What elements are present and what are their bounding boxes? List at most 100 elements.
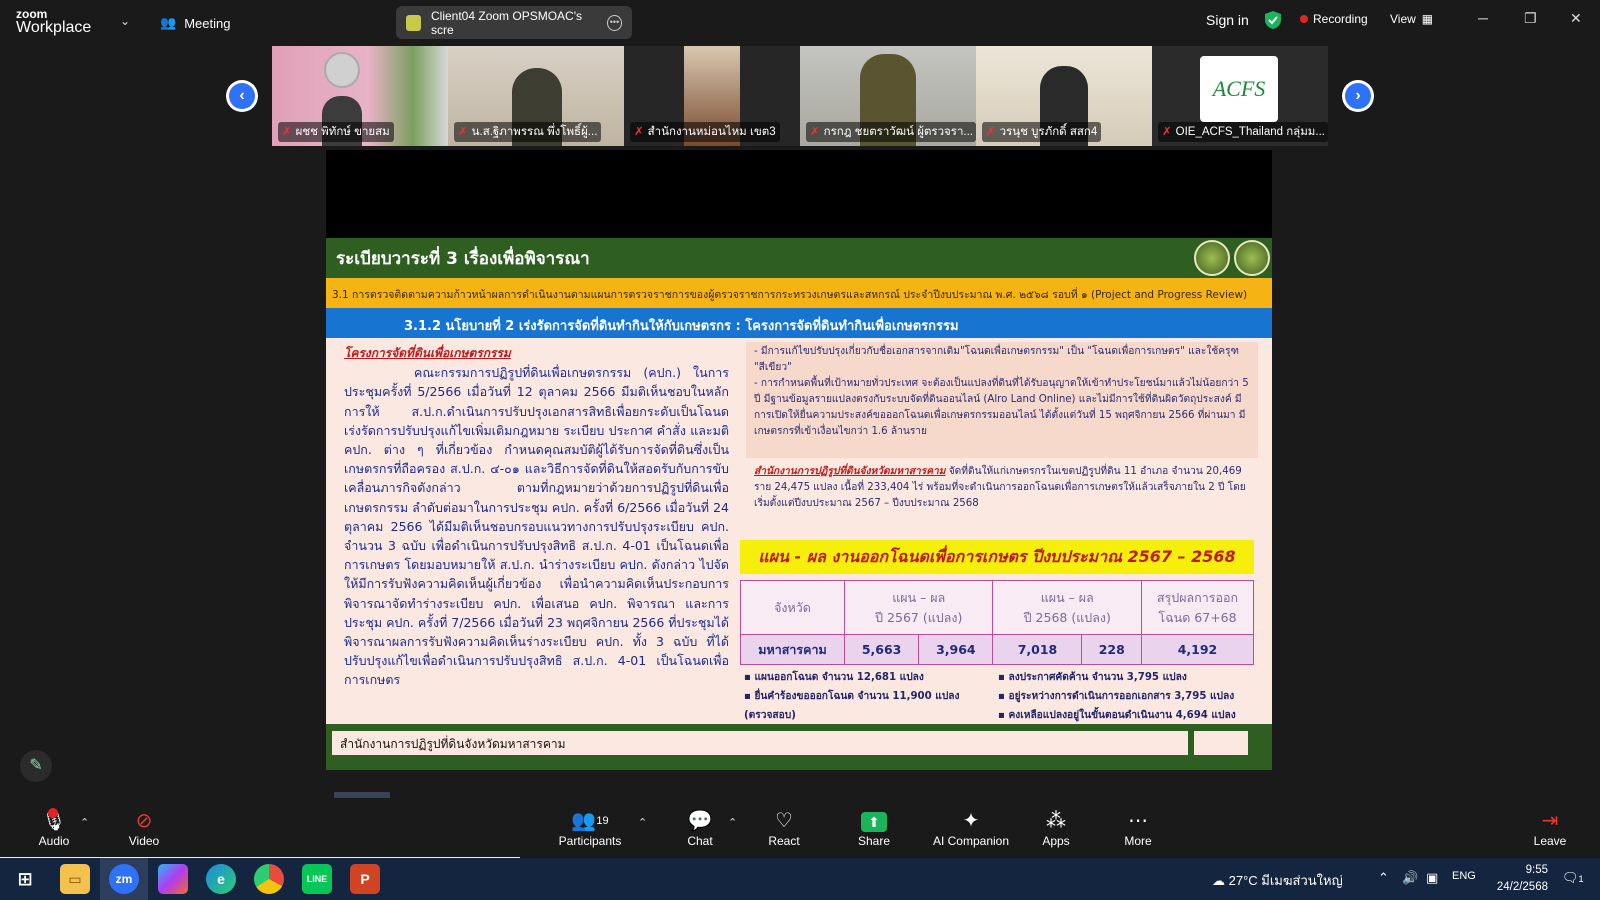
scroll-thumb[interactable] — [334, 792, 390, 798]
leave-label: Leave — [1533, 834, 1567, 848]
footer-page-box — [1194, 731, 1248, 755]
bullet-item: คงเหลือแปลงอยู่ในขั้นตอนดำเนินงาน 4,694 … — [998, 706, 1262, 725]
more-button[interactable]: ⋯ More — [1118, 808, 1158, 848]
ai-companion-label: AI Companion — [932, 834, 1010, 848]
right-notes: - มีการแก้ไขปรับปรุงเกี่ยวกับชื่อเอกสารจ… — [746, 342, 1258, 458]
line-app-icon[interactable]: LINE — [302, 864, 332, 894]
audio-label: Audio — [38, 834, 70, 848]
cloud-icon: ☁ — [1212, 873, 1225, 888]
copilot-icon[interactable] — [158, 864, 188, 894]
windows-start-icon[interactable]: ⊞ — [10, 864, 40, 894]
mic-muted-icon: ✗ — [810, 126, 820, 138]
more-label: More — [1124, 834, 1152, 848]
edge-browser-icon[interactable]: e — [206, 864, 236, 894]
emblem-icon — [324, 52, 360, 88]
chat-options-chevron-icon[interactable]: ⌃ — [728, 816, 737, 829]
react-button[interactable]: ♡ React — [764, 808, 804, 848]
participant-tile[interactable]: ✗ ผชช พิทักษ์ ขายสม — [272, 46, 448, 146]
mic-muted-icon: ✗ — [986, 126, 996, 138]
screen-share-indicator[interactable]: Client04 Zoom OPSMOAC's scre ••• — [396, 6, 632, 39]
bullet-item: อยู่ระหว่างการดำเนินการออกเอกสาร 3,795 แ… — [998, 687, 1262, 706]
recording-indicator[interactable]: Recording — [1300, 12, 1368, 26]
view-button[interactable]: View ▦ — [1390, 12, 1433, 26]
annotate-pencil-icon[interactable]: ✎ — [20, 750, 52, 782]
shared-slide: ระเบียบวาระที่ 3 เรื่องเพื่อพิจารณา 3.1 … — [326, 238, 1272, 770]
participants-count: 19 — [596, 815, 609, 827]
bullet-item: ลงประกาศคัดค้าน จำนวน 3,795 แปลง — [998, 668, 1262, 687]
security-shield-icon[interactable] — [1265, 11, 1281, 29]
col-header-summary: สรุปผลการออก โฉนด 67+68 — [1141, 580, 1254, 635]
close-icon[interactable]: ✕ — [1570, 10, 1582, 27]
prev-page-button[interactable]: ‹ — [226, 80, 258, 112]
participant-tile[interactable]: ✗ น.ส.ฐิภาพรรณ พึ่งโพธิ์ผู้... — [448, 46, 624, 146]
ai-companion-button[interactable]: ✦ AI Companion — [926, 808, 1016, 848]
table-cell: 4,192 — [1141, 634, 1254, 665]
participant-tile[interactable]: ✗ วรนุช บูรภักดิ์ สสก4 — [976, 46, 1152, 146]
video-off-icon: ⊘ — [135, 810, 153, 832]
clock-time: 9:55 — [1525, 864, 1548, 876]
right-note-1: - มีการแก้ไขปรับปรุงเกี่ยวกับชื่อเอกสารจ… — [754, 346, 1239, 373]
clock[interactable]: 9:55 24/2/2568 — [1484, 862, 1548, 896]
participant-name: ✗ ผชช พิทักษ์ ขายสม — [278, 122, 394, 142]
tray-chevron-up-icon[interactable]: ⌃ — [1378, 870, 1389, 886]
slide-section-title: 3.1.2 นโยบายที่ 2 เร่งรัดการจัดที่ดินทำก… — [326, 308, 1272, 338]
footer-text: สำนักงานการปฏิรูปที่ดินจังหวัดมหาสารคาม — [332, 731, 1188, 755]
chevron-left-icon: ‹ — [229, 83, 255, 109]
chevron-down-icon[interactable]: ⌄ — [120, 14, 130, 28]
share-title: Client04 Zoom OPSMOAC's scre — [431, 8, 583, 37]
workplace-logo-text: Workplace — [16, 19, 92, 36]
minimize-icon[interactable]: ─ — [1478, 10, 1488, 26]
left-title: โครงการจัดที่ดินเพื่อเกษตรกรรม — [344, 346, 511, 360]
restore-icon[interactable]: ❐ — [1524, 10, 1537, 27]
bullets-left: แผนออกโฉนด จำนวน 12,681 แปลง ยื่นคำร้องข… — [744, 668, 984, 725]
apps-button[interactable]: ⁂ Apps — [1036, 808, 1076, 848]
sparkle-icon: ✦ — [962, 810, 980, 832]
mic-muted-icon: ✗ — [282, 126, 292, 138]
share-button[interactable]: ⬆ Share — [854, 808, 894, 848]
weather-desc: มีเมฆส่วนใหญ่ — [1261, 873, 1343, 888]
weather-widget[interactable]: ☁ 27°C มีเมฆส่วนใหญ่ — [1212, 870, 1343, 891]
table-cell: 3,964 — [918, 634, 994, 665]
video-label: Video — [128, 834, 160, 848]
participant-name: ✗ OIE_ACFS_Thailand กลุ่มม... — [1158, 122, 1328, 142]
chat-button[interactable]: 💬 Chat — [680, 808, 720, 848]
meeting-button[interactable]: 👥 Meeting — [160, 12, 230, 34]
more-options-icon[interactable]: ••• — [606, 14, 623, 31]
audio-options-chevron-icon[interactable]: ⌃ — [80, 816, 89, 829]
language-indicator[interactable]: ENG — [1452, 870, 1476, 882]
speaker-icon[interactable]: 🔊 — [1402, 870, 1418, 886]
grid-icon: ▦ — [1421, 12, 1434, 26]
slide-header: ระเบียบวาระที่ 3 เรื่องเพื่อพิจารณา — [326, 238, 1272, 278]
audio-button[interactable]: 🎙 Audio — [34, 808, 74, 848]
chrome-browser-icon[interactable] — [254, 864, 284, 894]
weather-temp: 27°C — [1228, 873, 1258, 888]
participant-tile[interactable]: ✗ สำนักงานหม่อนไหม เขต3 — [624, 46, 800, 146]
file-explorer-icon[interactable]: ▭ — [60, 864, 90, 894]
recording-dot-icon — [1300, 15, 1308, 23]
participants-button[interactable]: 👥19 Participants — [554, 808, 626, 848]
zoom-app-icon[interactable]: zm — [109, 864, 139, 894]
meeting-toolbar: 🎙 Audio ⌃ ⊘ Video 👥19 Participants ⌃ 💬 C… — [0, 800, 1600, 858]
participants-label: Participants — [558, 834, 622, 848]
slide-footer: สำนักงานการปฏิรูปที่ดินจังหวัดมหาสารคาม — [326, 724, 1272, 770]
network-icon[interactable]: ▣ — [1426, 870, 1438, 886]
leave-button[interactable]: ⇥ Leave — [1530, 808, 1570, 848]
view-label: View — [1390, 12, 1416, 26]
chevron-right-icon: › — [1345, 83, 1371, 109]
video-button[interactable]: ⊘ Video — [124, 808, 164, 848]
sign-in-link[interactable]: Sign in — [1206, 12, 1249, 28]
participant-tile[interactable]: ✗ กรกฎ ชยตราวัฒน์ ผู้ตรวจรา... — [800, 46, 976, 146]
alro-seal-icon — [1234, 240, 1270, 276]
microphone-icon: 🎙 — [41, 808, 67, 832]
table-cell: 228 — [1081, 634, 1142, 665]
powerpoint-icon[interactable]: P — [350, 864, 380, 894]
right-note-2: - การกำหนดพื้นที่เป้าหมายทั่วประเทศ จะต้… — [754, 378, 1249, 437]
next-page-button[interactable]: › — [1342, 80, 1374, 112]
more-dots-icon: ⋯ — [1128, 810, 1148, 832]
ministry-seal-icon — [1194, 240, 1230, 276]
bullet-item: ยื่นคำร้องขอออกโฉนด จำนวน 11,900 แปลง (ต… — [744, 687, 984, 725]
participants-options-chevron-icon[interactable]: ⌃ — [638, 816, 647, 829]
participant-tile[interactable]: ACFS ✗ OIE_ACFS_Thailand กลุ่มม... — [1152, 46, 1328, 146]
plan-banner: แผน - ผล งานออกโฉนดเพื่อการเกษตร ปีงบประ… — [740, 540, 1254, 574]
notification-icon[interactable]: 🗨1 — [1562, 870, 1584, 886]
